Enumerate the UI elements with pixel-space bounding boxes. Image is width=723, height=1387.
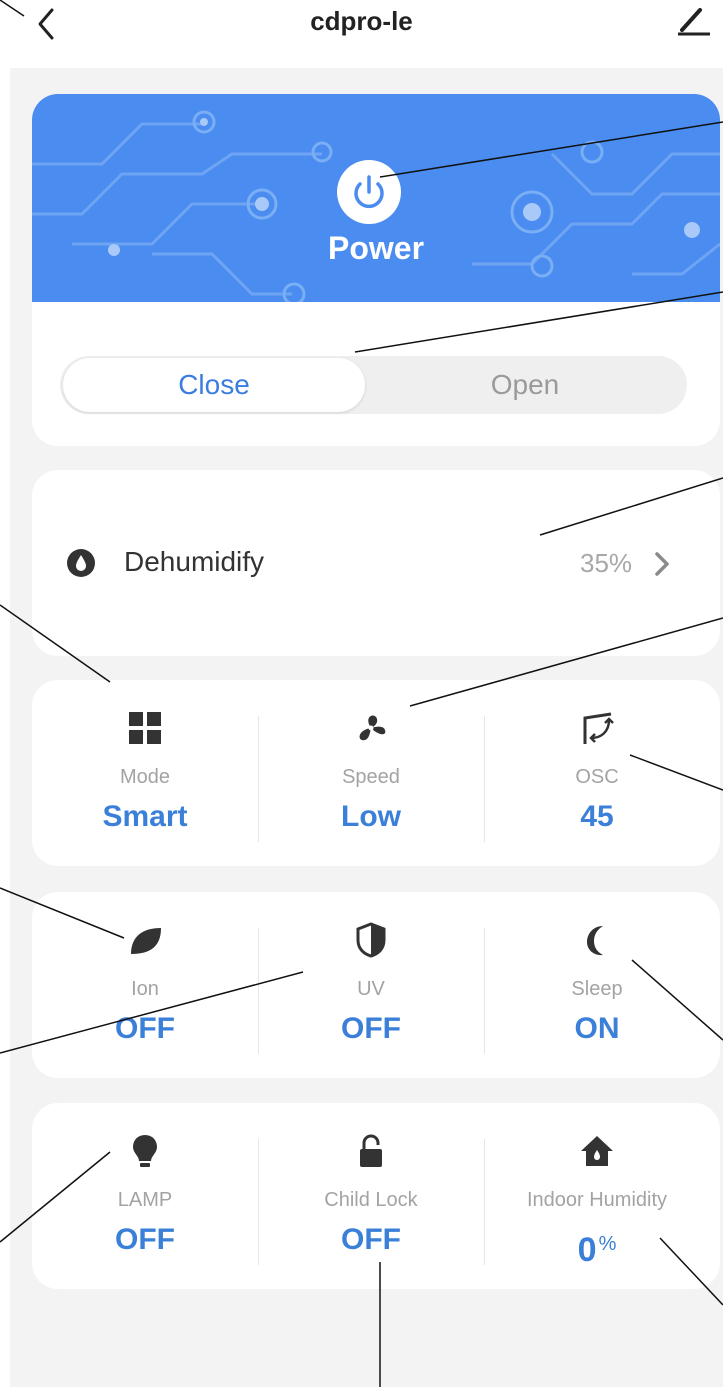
osc-label: OSC bbox=[575, 766, 619, 788]
water-drop-icon bbox=[67, 549, 95, 577]
lamp-value: OFF bbox=[115, 1223, 175, 1256]
device-panel: Power Close Open Dehumidify 35% Mode Sma… bbox=[10, 68, 723, 1387]
ion-value: OFF bbox=[115, 1012, 175, 1045]
sleep-label: Sleep bbox=[571, 978, 623, 1000]
power-card: Power Close Open bbox=[32, 94, 720, 446]
child-lock-value: OFF bbox=[341, 1223, 401, 1256]
power-banner: Power bbox=[32, 94, 720, 302]
divider bbox=[258, 716, 259, 842]
ion-control[interactable]: Ion OFF bbox=[32, 892, 258, 1078]
grid-icon bbox=[129, 712, 161, 744]
uv-label: UV bbox=[357, 978, 385, 1000]
top-bar: cdpro-le bbox=[0, 0, 723, 64]
power-button[interactable] bbox=[337, 160, 401, 224]
dehumidify-row[interactable]: Dehumidify 35% bbox=[32, 470, 720, 656]
divider bbox=[258, 1139, 259, 1265]
osc-value: 45 bbox=[580, 800, 614, 833]
lamp-control[interactable]: LAMP OFF bbox=[32, 1103, 258, 1289]
divider bbox=[258, 928, 259, 1054]
divider bbox=[484, 928, 485, 1054]
power-icon bbox=[354, 175, 384, 209]
uv-value: OFF bbox=[341, 1012, 401, 1045]
open-option[interactable]: Open bbox=[370, 358, 680, 412]
humidity-unit: % bbox=[598, 1233, 617, 1255]
dehumidify-label: Dehumidify bbox=[124, 546, 265, 577]
uv-control[interactable]: UV OFF bbox=[258, 892, 484, 1078]
shield-icon bbox=[356, 922, 386, 958]
speed-label: Speed bbox=[342, 766, 400, 788]
moon-icon bbox=[587, 926, 603, 956]
bulb-icon bbox=[133, 1135, 157, 1167]
pencil-icon[interactable] bbox=[672, 0, 716, 40]
fan-icon bbox=[359, 715, 386, 741]
indoor-humidity-label: Indoor Humidity bbox=[526, 1189, 668, 1211]
close-option[interactable]: Close bbox=[63, 358, 365, 412]
power-label: Power bbox=[327, 230, 425, 266]
divider bbox=[484, 1139, 485, 1265]
controls-row-3: LAMP OFF Child Lock OFF Indoor Humidity … bbox=[32, 1103, 720, 1289]
controls-row-2: Ion OFF UV OFF Sleep ON bbox=[32, 892, 720, 1078]
speed-value: Low bbox=[341, 800, 401, 833]
leaf-icon bbox=[131, 928, 161, 954]
sleep-control[interactable]: Sleep ON bbox=[484, 892, 710, 1078]
mode-label: Mode bbox=[119, 766, 171, 788]
indoor-humidity-value: 0% bbox=[484, 1231, 710, 1270]
ion-label: Ion bbox=[131, 978, 159, 1000]
lock-icon bbox=[360, 1134, 382, 1167]
page-title: cdpro-le bbox=[310, 6, 413, 36]
dehumidify-value: 35% bbox=[580, 548, 633, 578]
home-icon bbox=[581, 1136, 613, 1166]
power-toggle: Close Open bbox=[60, 356, 687, 414]
child-lock-control[interactable]: Child Lock OFF bbox=[258, 1103, 484, 1289]
speed-control[interactable]: Speed Low bbox=[258, 680, 484, 866]
child-lock-label: Child Lock bbox=[324, 1189, 418, 1211]
divider bbox=[484, 716, 485, 842]
lamp-label: LAMP bbox=[117, 1189, 173, 1211]
controls-row-1: Mode Smart Speed Low OSC 45 bbox=[32, 680, 720, 866]
mode-control[interactable]: Mode Smart bbox=[32, 680, 258, 866]
sleep-value: ON bbox=[574, 1012, 620, 1045]
osc-control[interactable]: OSC 45 bbox=[484, 680, 710, 866]
mode-value: Smart bbox=[102, 800, 188, 833]
oscillate-icon bbox=[583, 712, 614, 744]
indoor-humidity-display: Indoor Humidity 0% bbox=[484, 1103, 710, 1289]
chevron-right-icon bbox=[655, 552, 669, 576]
humidity-number: 0 bbox=[577, 1231, 597, 1269]
